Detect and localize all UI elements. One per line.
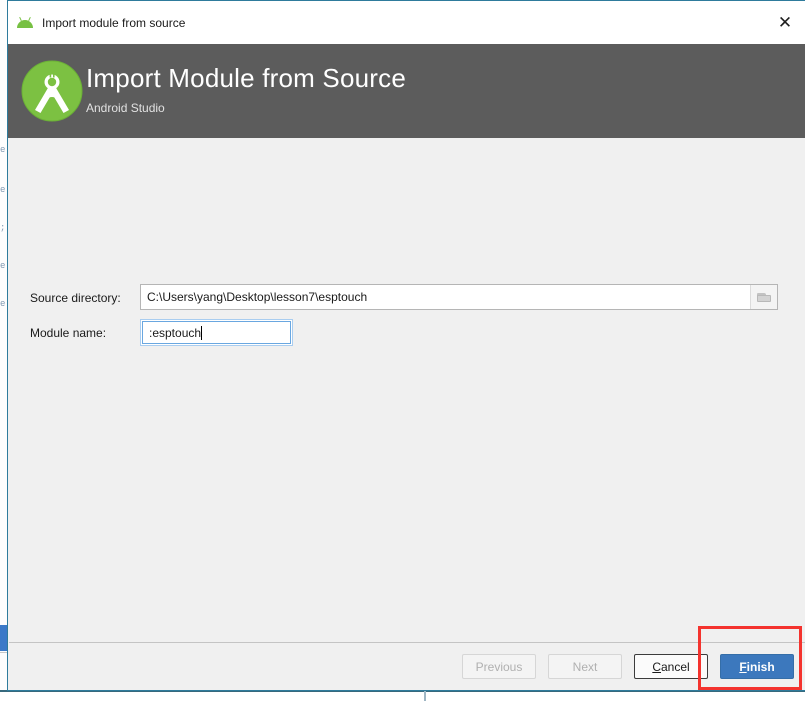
source-directory-field[interactable]: C:\Users\yang\Desktop\lesson7\esptouch [140,284,778,310]
dialog-header-banner: Import Module from Source Android Studio [8,44,805,138]
source-directory-row: Source directory: [30,285,140,311]
module-name-value[interactable]: :esptouch [143,326,201,340]
header-title: Import Module from Source [86,63,407,93]
background-status-strip [0,692,805,701]
cancel-button[interactable]: Cancel [634,654,708,679]
dialog-title: Import module from source [42,16,186,30]
backdrop-glyph: e [0,261,6,271]
close-icon[interactable]: ✕ [764,2,805,44]
dialog-footer: Previous Next Cancel Finish [8,643,805,690]
backdrop-glyph: e [0,299,6,309]
module-name-row: Module name: [30,320,140,346]
finish-button[interactable]: Finish [720,654,794,679]
browse-folder-button[interactable] [750,285,777,309]
dialog-titlebar: Import module from source ✕ [8,0,805,44]
source-directory-label: Source directory: [30,291,121,305]
folder-icon [756,292,772,303]
finish-button-label: Finish [739,659,775,674]
module-name-field[interactable]: :esptouch [140,319,293,346]
android-studio-logo-icon [21,60,83,122]
backdrop-glyph: e [0,145,6,155]
footer-button-group: Previous Next Cancel Finish [450,654,794,679]
import-module-dialog: Import module from source ✕ Import Modul… [7,0,805,691]
backdrop-glyph: ; [0,223,6,233]
dialog-body: Source directory: C:\Users\yang\Desktop\… [8,138,805,642]
module-name-label: Module name: [30,326,107,340]
text-caret [201,325,203,340]
background-scrollbar-thumb[interactable] [0,625,7,651]
previous-button[interactable]: Previous [462,654,536,679]
header-subtitle: Android Studio [86,101,165,115]
background-tab-marker [424,690,426,701]
next-button[interactable]: Next [548,654,622,679]
source-directory-value[interactable]: C:\Users\yang\Desktop\lesson7\esptouch [141,290,750,304]
cancel-button-label: Cancel [652,659,690,674]
android-head-icon [16,16,34,30]
backdrop-glyph: e [0,185,6,195]
